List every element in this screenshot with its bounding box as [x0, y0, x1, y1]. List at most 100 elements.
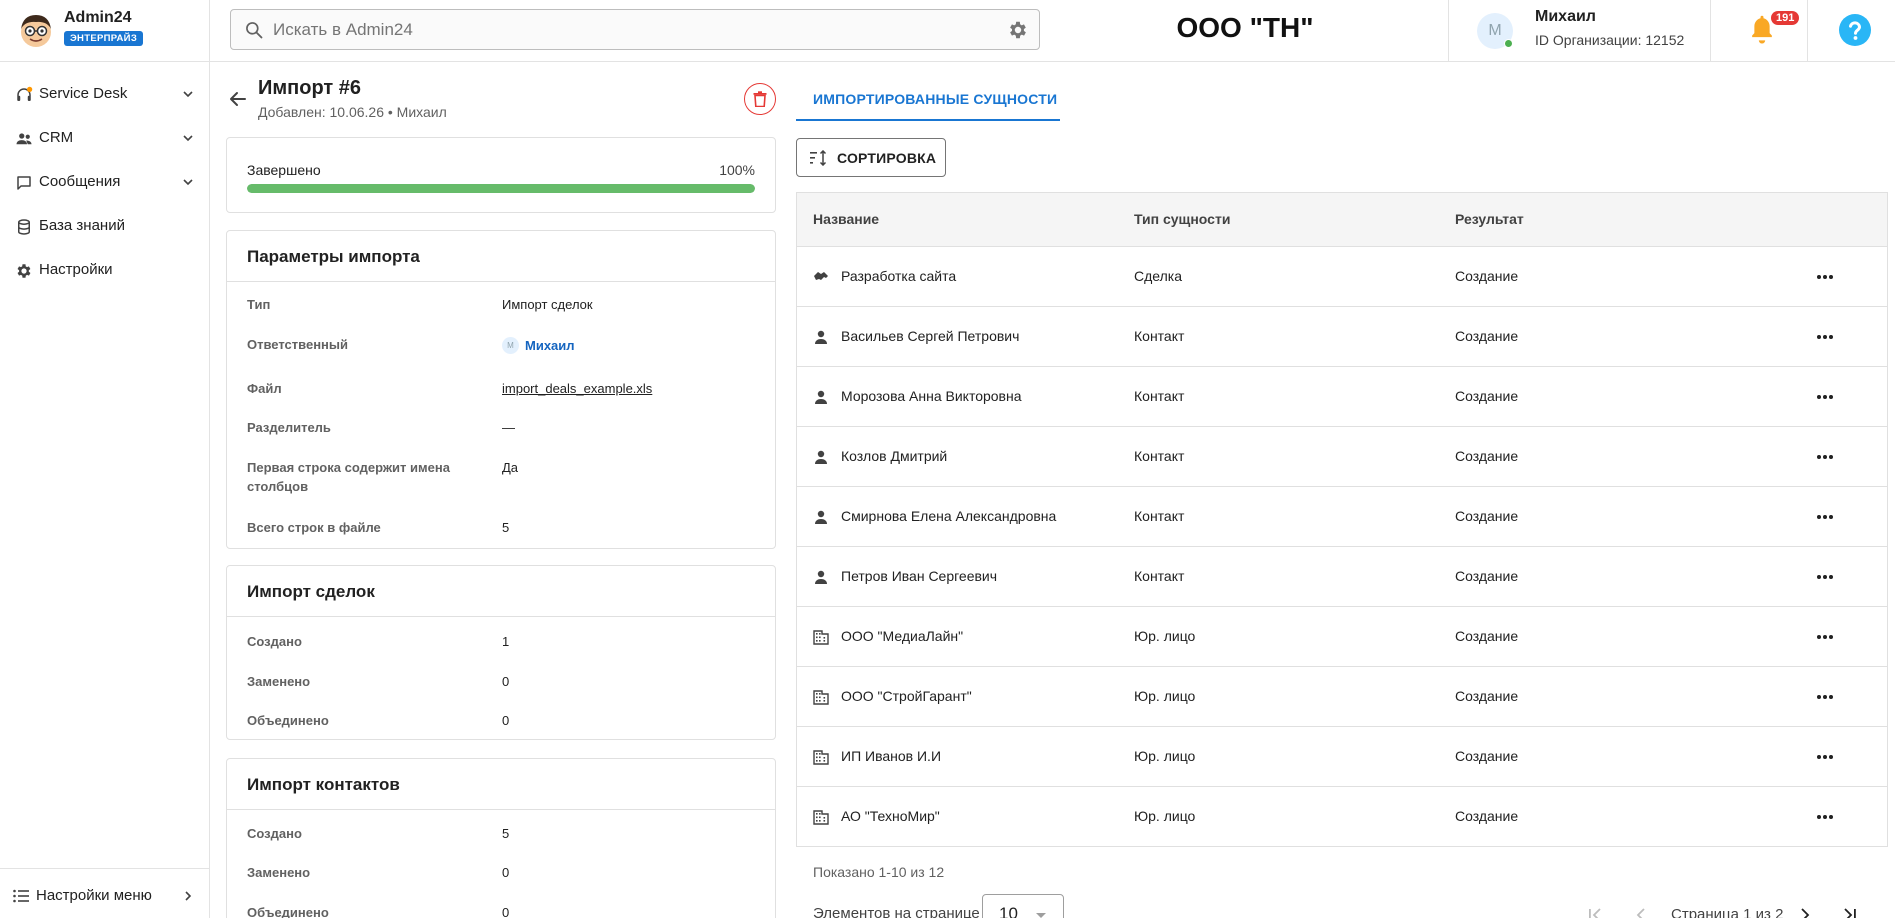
tab-imported-entities[interactable]: ИМПОРТИРОВАННЫЕ СУЩНОСТИ	[796, 78, 1060, 121]
stat-label: Создано	[247, 634, 302, 649]
more-options-icon[interactable]	[1811, 629, 1839, 645]
more-options-icon[interactable]	[1811, 269, 1839, 285]
items-per-page-label: Элементов на странице	[813, 905, 980, 918]
entity-result: Создание	[1455, 568, 1519, 584]
stat-label: Заменено	[247, 865, 311, 880]
entity-type: Контакт	[1134, 448, 1185, 464]
sidebar-item-label: CRM	[39, 129, 74, 146]
back-arrow-icon[interactable]	[228, 89, 248, 109]
gear-icon	[17, 264, 31, 278]
table-row[interactable]: АО "ТехноМир" Юр. лицо Создание	[797, 787, 1887, 847]
more-options-icon[interactable]	[1811, 689, 1839, 705]
sidebar-item-label: База знаний	[39, 217, 125, 234]
last-page-icon[interactable]	[1841, 906, 1859, 918]
more-options-icon[interactable]	[1811, 749, 1839, 765]
file-link[interactable]: import_deals_example.xls	[502, 379, 652, 398]
sidebar-item-crm[interactable]: CRM	[0, 116, 210, 160]
table-row[interactable]: ООО "МедиаЛайн" Юр. лицо Создание	[797, 607, 1887, 667]
page-title: Импорт #6	[258, 77, 362, 99]
search-settings-gear-icon[interactable]	[1007, 19, 1029, 41]
shown-range-text: Показано 1-10 из 12	[813, 864, 945, 880]
param-label: Всего строк в файле	[247, 520, 381, 535]
tab-label: ИМПОРТИРОВАННЫЕ СУЩНОСТИ	[813, 91, 1058, 107]
entity-result: Создание	[1455, 268, 1519, 284]
table-row[interactable]: Разработка сайта Сделка Создание	[797, 247, 1887, 307]
table-row[interactable]: Морозова Анна Викторовна Контакт Создани…	[797, 367, 1887, 427]
more-options-icon[interactable]	[1811, 509, 1839, 525]
sidebar-item-label: Настройки	[39, 261, 113, 278]
sidebar-item-messages[interactable]: Сообщения	[0, 160, 210, 204]
user-profile[interactable]: М Михаил ID Организации: 12152	[1448, 0, 1711, 62]
next-page-icon[interactable]	[1796, 906, 1814, 918]
entity-name: Смирнова Елена Александровна	[841, 508, 1057, 524]
sidebar: Service Desk CRM Сообщения База знаний Н…	[0, 62, 210, 918]
building-icon	[813, 810, 829, 825]
brand-name: Admin24	[64, 9, 132, 26]
previous-page-icon[interactable]	[1632, 906, 1650, 918]
more-options-icon[interactable]	[1811, 329, 1839, 345]
entity-type: Юр. лицо	[1134, 748, 1196, 764]
people-icon	[16, 133, 32, 145]
param-value: Импорт сделок	[502, 297, 593, 312]
sort-button[interactable]: СОРТИРОВКА	[796, 138, 946, 177]
search-input[interactable]	[273, 10, 973, 49]
param-label: Ответственный	[247, 337, 348, 352]
table-row[interactable]: Васильев Сергей Петрович Контакт Создани…	[797, 307, 1887, 367]
first-page-icon[interactable]	[1586, 906, 1604, 918]
more-options-icon[interactable]	[1811, 389, 1839, 405]
table-row[interactable]: Козлов Дмитрий Контакт Создание	[797, 427, 1887, 487]
stat-label: Объединено	[247, 905, 329, 918]
items-per-page-value: 10	[999, 904, 1018, 918]
sidebar-item-service-desk[interactable]: Service Desk	[0, 72, 210, 116]
entity-type: Юр. лицо	[1134, 688, 1196, 704]
stat-value: 0	[502, 865, 510, 880]
user-name: Михаил	[1535, 8, 1596, 25]
page-subtitle: Добавлен: 10.06.26 • Михаил	[258, 104, 447, 120]
plan-badge: ЭНТЕРПРАЙЗ	[64, 31, 144, 46]
stat-value: 0	[502, 905, 510, 918]
responsible-user[interactable]: М Михаил	[502, 335, 575, 355]
trash-icon	[753, 91, 767, 107]
progress-bar-fill	[247, 184, 755, 193]
column-header-result[interactable]: Результат	[1455, 211, 1524, 227]
sidebar-item-label: Service Desk	[39, 85, 128, 102]
entity-name: Морозова Анна Викторовна	[841, 388, 1022, 404]
contacts-import-card: Импорт контактов Создано 5 Заменено 0 Об…	[226, 758, 776, 918]
search-bar[interactable]	[230, 9, 1040, 50]
sidebar-item-settings[interactable]: Настройки	[0, 248, 210, 292]
building-icon	[813, 750, 829, 765]
items-per-page-select[interactable]: 10	[982, 894, 1064, 918]
entity-type: Контакт	[1134, 328, 1185, 344]
entity-result: Создание	[1455, 448, 1519, 464]
building-icon	[813, 630, 829, 645]
brand[interactable]: Admin24 ЭНТЕРПРАЙЗ	[0, 0, 210, 62]
stat-value: 1	[502, 634, 510, 649]
table-row[interactable]: ИП Иванов И.И Юр. лицо Создание	[797, 727, 1887, 787]
table-row[interactable]: ООО "СтройГарант" Юр. лицо Создание	[797, 667, 1887, 727]
entity-type: Юр. лицо	[1134, 808, 1196, 824]
sidebar-item-label: Сообщения	[39, 173, 121, 190]
entity-type: Юр. лицо	[1134, 628, 1196, 644]
person-icon	[815, 390, 827, 404]
more-options-icon[interactable]	[1811, 449, 1839, 465]
entity-name: ИП Иванов И.И	[841, 748, 942, 764]
delete-button[interactable]	[744, 83, 776, 115]
help-icon[interactable]	[1838, 13, 1872, 47]
menu-settings-button[interactable]: Настройки меню	[0, 868, 210, 918]
column-header-entity-type[interactable]: Тип сущности	[1134, 211, 1230, 227]
responsible-name: Михаил	[525, 338, 575, 354]
table-row[interactable]: Смирнова Елена Александровна Контакт Соз…	[797, 487, 1887, 547]
entity-result: Создание	[1455, 748, 1519, 764]
entity-name: Разработка сайта	[841, 268, 957, 284]
chat-icon	[17, 176, 31, 190]
card-heading: Параметры импорта	[227, 231, 775, 282]
column-header-name[interactable]: Название	[813, 211, 879, 227]
list-icon	[13, 889, 29, 903]
sidebar-item-knowledge-base[interactable]: База знаний	[0, 204, 210, 248]
more-options-icon[interactable]	[1811, 569, 1839, 585]
card-heading: Импорт сделок	[227, 566, 775, 617]
online-status-dot	[1504, 39, 1513, 48]
notifications-button[interactable]: 191	[1711, 0, 1808, 62]
table-row[interactable]: Петров Иван Сергеевич Контакт Создание	[797, 547, 1887, 607]
more-options-icon[interactable]	[1811, 809, 1839, 825]
